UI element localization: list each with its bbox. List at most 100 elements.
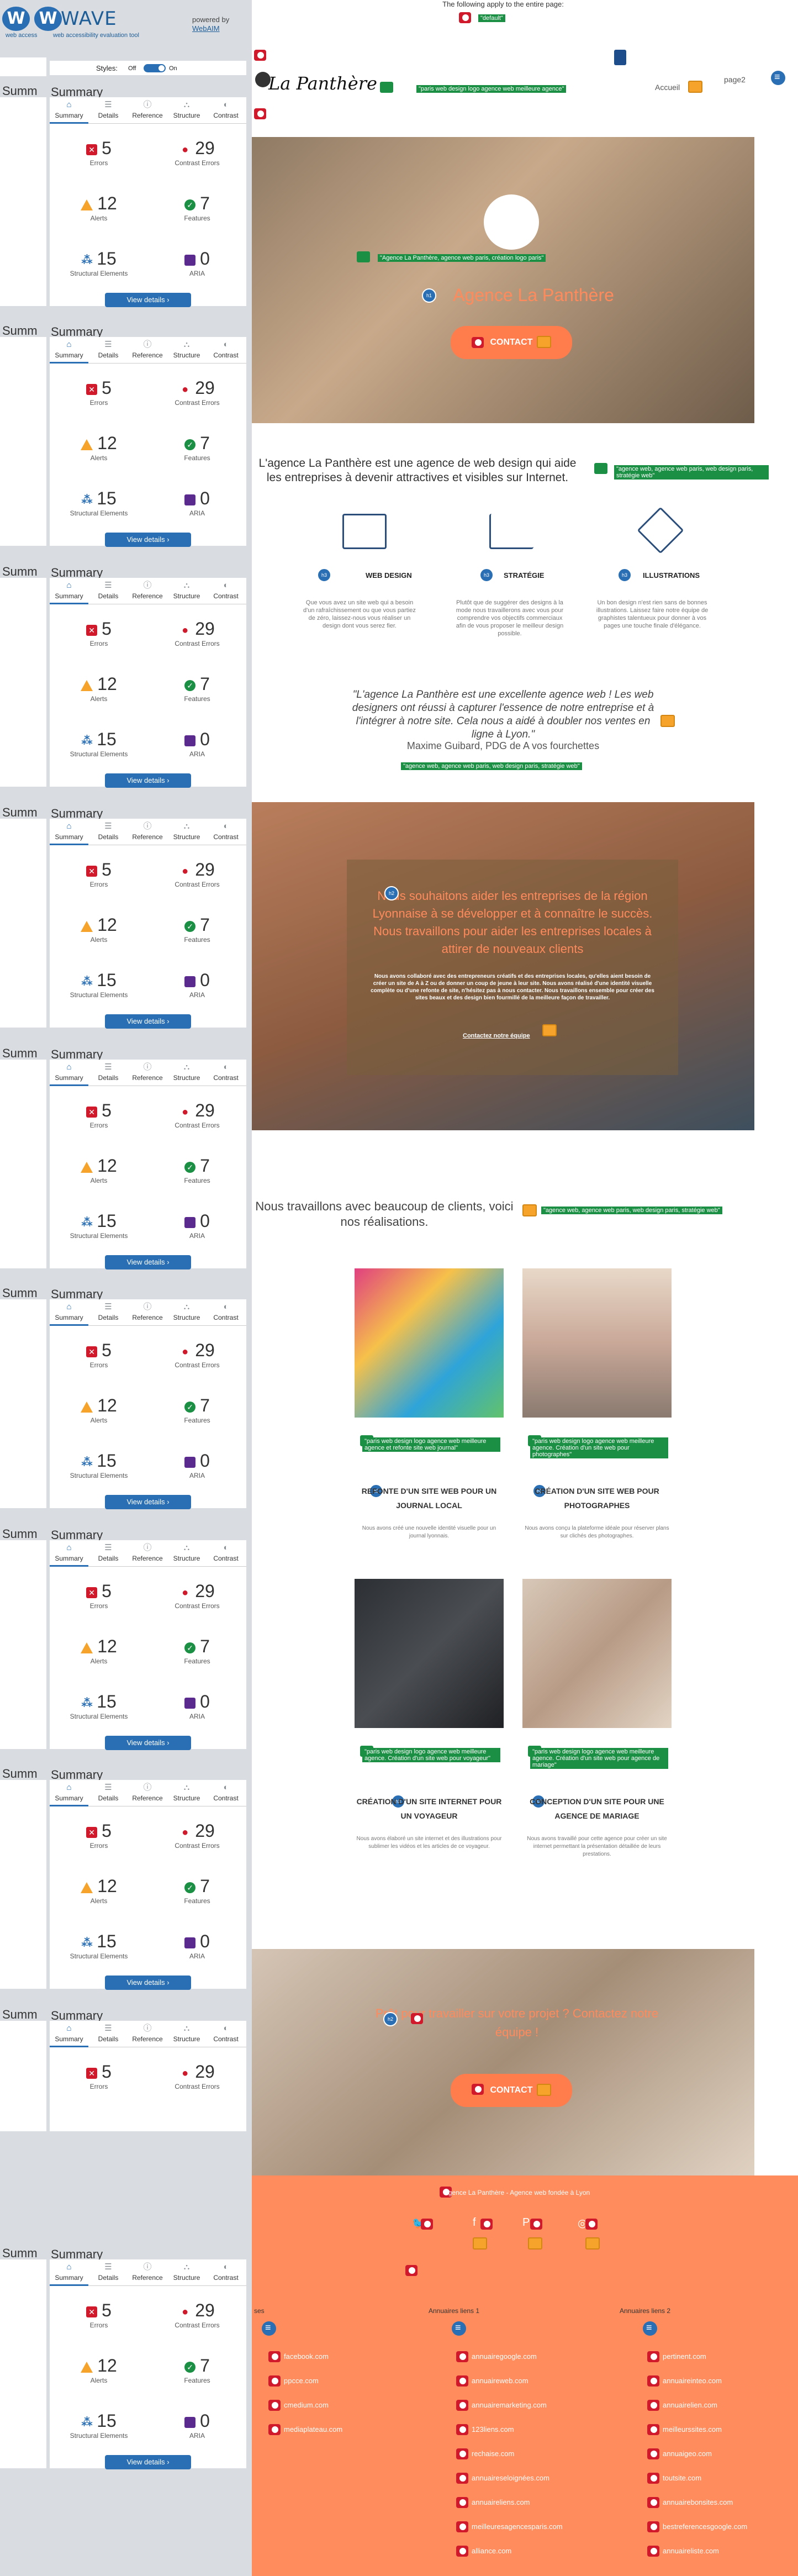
wave-error-icon[interactable] xyxy=(268,2375,281,2387)
wave-error-icon[interactable] xyxy=(647,2400,659,2411)
footer-link[interactable]: 123liens.com xyxy=(472,2425,514,2433)
stat-contrast[interactable]: ● 29 Contrast Errors xyxy=(148,858,246,903)
stat-features[interactable]: ✓ 7 Features xyxy=(148,192,246,236)
webaim-link[interactable]: WebAIM xyxy=(192,24,220,33)
footer-link[interactable]: annuaireliens.com xyxy=(472,2498,530,2506)
pinterest-icon[interactable]: P xyxy=(522,2216,530,2229)
stat-errors[interactable]: ✕ 5 Errors xyxy=(50,137,148,181)
stat-aria[interactable]: 0 ARIA xyxy=(148,2410,246,2454)
stat-aria[interactable]: 0 ARIA xyxy=(148,487,246,531)
tab-reference[interactable]: ⓘ Reference xyxy=(128,819,167,845)
tab-contrast[interactable]: ◐ Contrast xyxy=(207,1299,245,1326)
footer-link[interactable]: bestreferencesgoogle.com xyxy=(663,2522,747,2531)
tab-details[interactable]: ☰ Details xyxy=(89,819,128,845)
tab-summary[interactable]: ⌂ Summary xyxy=(50,337,88,364)
wave-error-icon[interactable] xyxy=(472,337,484,348)
wave-error-icon[interactable] xyxy=(647,2473,659,2484)
wave-alert-icon[interactable] xyxy=(537,2084,551,2096)
tab-contrast[interactable]: ◐ Contrast xyxy=(207,819,245,845)
stat-alerts[interactable]: 12 Alerts xyxy=(50,2354,148,2399)
wave-error-icon[interactable] xyxy=(411,2013,423,2024)
wave-list-icon[interactable] xyxy=(452,2321,466,2336)
wave-alt-icon[interactable] xyxy=(357,251,370,262)
site-logo-text[interactable]: La Panthère xyxy=(268,73,377,94)
view-details-button[interactable]: View details › xyxy=(105,1014,191,1029)
tab-reference[interactable]: ⓘ Reference xyxy=(128,2021,167,2047)
stat-features[interactable]: ✓ 7 Features xyxy=(148,1394,246,1439)
stat-alerts[interactable]: 12 Alerts xyxy=(50,1875,148,1919)
cta-contact-button[interactable]: CONTACT xyxy=(451,2074,572,2107)
stat-contrast[interactable]: ● 29 Contrast Errors xyxy=(148,1820,246,1864)
tab-contrast[interactable]: ◐ Contrast xyxy=(207,578,245,604)
view-details-button[interactable]: View details › xyxy=(105,533,191,547)
tab-details[interactable]: ☰ Details xyxy=(89,337,128,364)
wave-error-icon[interactable] xyxy=(530,2219,542,2230)
wave-error-icon[interactable] xyxy=(268,2424,281,2435)
wave-error-icon[interactable] xyxy=(647,2448,659,2459)
stat-errors[interactable]: ✕ 5 Errors xyxy=(50,858,148,903)
tab-summary[interactable]: ⌂ Summary xyxy=(50,1540,88,1567)
stat-errors[interactable]: ✕ 5 Errors xyxy=(50,1580,148,1624)
tab-details[interactable]: ☰ Details xyxy=(89,578,128,604)
stat-structural[interactable]: ⁂ 15 Structural Elements xyxy=(50,247,148,292)
stat-structural[interactable]: ⁂ 15 Structural Elements xyxy=(50,487,148,531)
tab-structure[interactable]: ⛬ Structure xyxy=(167,2021,206,2047)
tab-summary[interactable]: ⌂ Summary xyxy=(50,578,88,604)
stat-contrast[interactable]: ● 29 Contrast Errors xyxy=(148,2061,246,2105)
wave-error-icon[interactable] xyxy=(268,2400,281,2411)
tab-contrast[interactable]: ◐ Contrast xyxy=(207,2259,245,2286)
stat-errors[interactable]: ✕ 5 Errors xyxy=(50,618,148,662)
wave-alert-icon[interactable] xyxy=(537,336,551,348)
wave-alt-icon[interactable] xyxy=(380,82,393,93)
tab-reference[interactable]: ⓘ Reference xyxy=(128,1540,167,1567)
stat-structural[interactable]: ⁂ 15 Structural Elements xyxy=(50,1930,148,1974)
view-details-button[interactable]: View details › xyxy=(105,1736,191,1750)
tab-details[interactable]: ☰ Details xyxy=(89,1299,128,1326)
stat-contrast[interactable]: ● 29 Contrast Errors xyxy=(148,618,246,662)
wave-alert-icon[interactable] xyxy=(688,81,702,93)
nav-home[interactable]: Accueil xyxy=(655,83,680,92)
wave-error-icon[interactable] xyxy=(647,2375,659,2387)
footer-link[interactable]: annuaireliste.com xyxy=(663,2547,719,2555)
wave-alert-icon[interactable] xyxy=(542,1024,557,1036)
tab-summary[interactable]: ⌂ Summary xyxy=(50,1299,88,1326)
stat-contrast[interactable]: ● 29 Contrast Errors xyxy=(148,1099,246,1144)
stat-structural[interactable]: ⁂ 15 Structural Elements xyxy=(50,1690,148,1735)
footer-link[interactable]: facebook.com xyxy=(284,2352,329,2361)
tab-reference[interactable]: ⓘ Reference xyxy=(128,1780,167,1806)
wave-error-icon[interactable] xyxy=(647,2351,659,2362)
wave-error-icon[interactable] xyxy=(456,2400,468,2411)
wave-error-icon[interactable] xyxy=(456,2424,468,2435)
view-details-button[interactable]: View details › xyxy=(105,1495,191,1509)
footer-link[interactable]: mediaplateau.com xyxy=(284,2425,342,2433)
tab-summary[interactable]: ⌂ Summary xyxy=(50,819,88,845)
footer-link[interactable]: rechaise.com xyxy=(472,2449,514,2458)
tab-details[interactable]: ☰ Details xyxy=(89,1780,128,1806)
tab-contrast[interactable]: ◐ Contrast xyxy=(207,97,245,124)
tab-summary[interactable]: ⌂ Summary xyxy=(50,2259,88,2286)
tab-structure[interactable]: ⛬ Structure xyxy=(167,578,206,604)
stat-features[interactable]: ✓ 7 Features xyxy=(148,1155,246,1199)
stat-features[interactable]: ✓ 7 Features xyxy=(148,1635,246,1679)
wave-alert-icon[interactable] xyxy=(660,715,675,727)
wave-heading-icon[interactable]: h2 xyxy=(383,2012,398,2026)
stat-aria[interactable]: 0 ARIA xyxy=(148,1690,246,1735)
wave-error-icon[interactable] xyxy=(456,2521,468,2532)
tab-reference[interactable]: ⓘ Reference xyxy=(128,1060,167,1086)
stat-alerts[interactable]: 12 Alerts xyxy=(50,914,148,958)
stat-errors[interactable]: ✕ 5 Errors xyxy=(50,2299,148,2343)
footer-link[interactable]: ppcce.com xyxy=(284,2377,319,2385)
stat-contrast[interactable]: ● 29 Contrast Errors xyxy=(148,1580,246,1624)
stat-structural[interactable]: ⁂ 15 Structural Elements xyxy=(50,1450,148,1494)
stat-errors[interactable]: ✕ 5 Errors xyxy=(50,1339,148,1383)
stat-contrast[interactable]: ● 29 Contrast Errors xyxy=(148,2299,246,2343)
stat-alerts[interactable]: 12 Alerts xyxy=(50,1155,148,1199)
tab-reference[interactable]: ⓘ Reference xyxy=(128,578,167,604)
tab-details[interactable]: ☰ Details xyxy=(89,1060,128,1086)
wave-error-icon[interactable] xyxy=(456,2546,468,2557)
footer-link[interactable]: annuaireseloignées.com xyxy=(472,2474,549,2482)
stat-alerts[interactable]: 12 Alerts xyxy=(50,432,148,476)
stat-alerts[interactable]: 12 Alerts xyxy=(50,192,148,236)
wave-error-icon[interactable] xyxy=(456,2448,468,2459)
footer-link[interactable]: annuairelien.com xyxy=(663,2401,717,2409)
